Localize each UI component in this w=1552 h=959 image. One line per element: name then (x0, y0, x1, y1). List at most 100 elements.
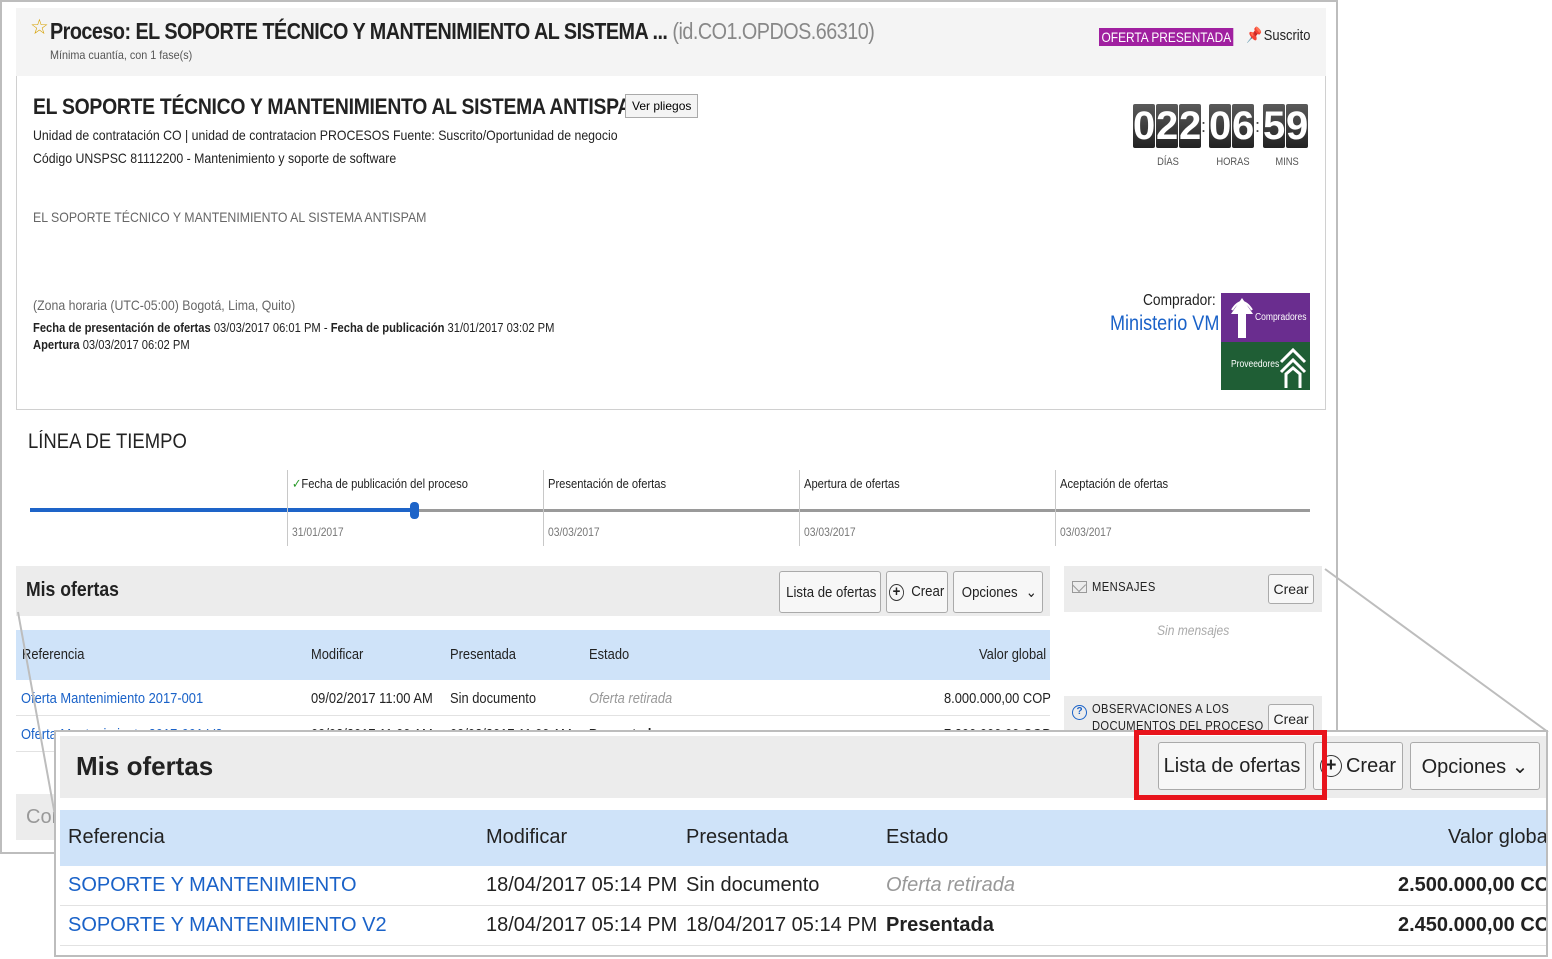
col-status: Estado (589, 646, 630, 663)
col-reference: Referencia (68, 826, 165, 848)
buyer-logo: Compradores Proveedores (1221, 293, 1310, 390)
observations-title: OBSERVACIONES A LOS DOCUMENTOS DEL PROCE… (1092, 701, 1264, 733)
status-badge: OFERTA PRESENTADA (1099, 28, 1234, 46)
buyer-arrow-icon (1231, 298, 1253, 338)
offer-presented: Sin documento (686, 874, 820, 896)
messages-title: MENSAJES (1092, 579, 1156, 594)
publication-date-value: 31/01/2017 03:02 PM (447, 320, 555, 335)
col-presented: Presentada (450, 646, 516, 663)
timeline-step-opening: Apertura de ofertas 03/03/2017 (799, 470, 1055, 546)
offer-reference-link[interactable]: SOPORTE Y MANTENIMIENTO V2 (68, 914, 387, 937)
countdown-days: 022 (1133, 104, 1202, 148)
countdown-digit: 0 (1133, 104, 1156, 148)
publication-date-label: Fecha de publicación (330, 320, 445, 335)
logo-suppliers-block: Proveedores (1221, 342, 1310, 390)
timeline-step-date: 31/01/2017 (292, 525, 344, 539)
days-label: DÍAS (1157, 156, 1179, 168)
create-message-button[interactable]: Crear (1268, 574, 1314, 604)
timeline-step-presentation: Presentación de ofertas 03/03/2017 (543, 470, 799, 546)
buyer-label: Comprador: (1143, 292, 1216, 309)
offer-reference-link[interactable]: SOPORTE Y MANTENIMIENTO (68, 874, 357, 897)
offer-value: 8.000.000,00 COP (944, 690, 1051, 707)
offer-presented: 18/04/2017 05:14 PM (686, 914, 878, 936)
offer-presented: Sin documento (450, 690, 537, 707)
zoom-options-label: Opciones (1421, 755, 1507, 778)
countdown-digit: 2 (1179, 104, 1202, 148)
timeline-step-date: 03/03/2017 (548, 525, 600, 539)
key-dates-line: Fecha de presentación de ofertas 03/03/2… (33, 320, 554, 335)
zoom-table-header: Referencia Modificar Presentada Estado V… (60, 810, 1548, 866)
offer-value: 2.450.000,00 COP (1398, 914, 1548, 936)
subscribed-toggle[interactable]: 📌 Suscrito (1246, 26, 1310, 44)
chevron-down-icon: ⌄ (1026, 584, 1038, 601)
timezone-text: (Zona horaria (UTC-05:00) Bogotá, Lima, … (33, 297, 296, 313)
process-subtitle: Mínima cuantía, con 1 fase(s) (50, 48, 193, 62)
logo-buyers-block: Compradores (1221, 293, 1310, 342)
col-status: Estado (886, 826, 949, 848)
mins-label: MINS (1275, 156, 1299, 168)
offer-status: Oferta retirada (886, 874, 1015, 896)
logo-suppliers-text: Proveedores (1231, 359, 1280, 370)
countdown-separator: : (1255, 116, 1261, 136)
view-docs-button[interactable]: Ver pliegos (625, 94, 699, 118)
opening-date-label: Apertura (33, 337, 80, 352)
my-offers-header: Mis ofertas Lista de ofertas + Crear Opci… (16, 566, 1050, 616)
countdown-digit: 2 (1156, 104, 1179, 148)
col-reference: Referencia (22, 646, 85, 663)
zoom-create-label: Crear (1345, 754, 1396, 777)
countdown-timer: 022 : 06 : 59 DÍAS HORAS MINS (1133, 104, 1313, 174)
col-modified: Modificar (311, 646, 364, 663)
buyer-name-link[interactable]: Ministerio VM (1110, 312, 1219, 336)
offer-status: Oferta retirada (589, 690, 673, 707)
process-info-panel: EL SOPORTE TÉCNICO Y MANTENIMIENTO AL SI… (16, 76, 1326, 410)
timeline-step-date: 03/03/2017 (804, 525, 856, 539)
opening-date-line: Apertura 03/03/2017 06:02 PM (33, 337, 190, 352)
offer-reference-link[interactable]: Oferta Mantenimiento 2017-001 (21, 690, 203, 707)
create-offer-label: Crear (910, 583, 944, 601)
offer-modified: 09/02/2017 11:00 AM (311, 690, 433, 707)
timeline-step-label: Aceptación de ofertas (1060, 476, 1169, 491)
countdown-digit: 5 (1263, 104, 1286, 148)
countdown-digit: 0 (1209, 104, 1232, 148)
countdown-hours: 06 (1209, 104, 1255, 148)
messages-panel: MENSAJES Crear (1064, 566, 1322, 612)
options-dropdown[interactable]: Opciones ⌄ (953, 571, 1043, 613)
countdown-digit: 6 (1232, 104, 1255, 148)
chevron-down-icon: ⌄ (1511, 755, 1529, 778)
presentation-date-value: 03/03/2017 06:01 PM (213, 320, 321, 335)
col-total-value: Valor global (979, 646, 1047, 663)
zoom-options-dropdown[interactable]: Opciones ⌄ (1410, 742, 1540, 790)
subscribed-label: Suscrito (1263, 27, 1311, 44)
options-label: Opciones (961, 584, 1018, 601)
page-title: Proceso: EL SOPORTE TÉCNICO Y MANTENIMIE… (50, 18, 875, 45)
table-row: SOPORTE Y MANTENIMIENTO 18/04/2017 05:14… (60, 866, 1546, 906)
zoom-offers-title: Mis ofertas (76, 751, 214, 781)
timeline-title: LÍNEA DE TIEMPO (28, 430, 187, 453)
create-offer-button[interactable]: + Crear (886, 571, 948, 613)
col-presented: Presentada (686, 826, 789, 848)
timeline-step-label: Fecha de publicación del proceso (301, 476, 468, 491)
envelope-icon (1072, 581, 1087, 593)
process-window: ☆ Proceso: EL SOPORTE TÉCNICO Y MANTENIM… (0, 0, 1338, 854)
table-row: Oferta Mantenimiento 2017-001 09/02/2017… (16, 680, 1051, 716)
timeline-step-label: Apertura de ofertas (804, 476, 900, 491)
offer-modified: 18/04/2017 05:14 PM (486, 874, 678, 896)
col-total-value: Valor global (1448, 826, 1548, 848)
offers-list-button[interactable]: Lista de ofertas (779, 571, 881, 613)
offers-list-button-label: Lista de ofertas (786, 583, 877, 601)
highlight-box (1134, 730, 1327, 800)
process-name: EL SOPORTE TÉCNICO Y MANTENIMIENTO AL SI… (33, 94, 647, 119)
process-description: EL SOPORTE TÉCNICO Y MANTENIMIENTO AL SI… (33, 209, 427, 225)
offers-table-header: Referencia Modificar Presentada Estado V… (16, 630, 1050, 680)
countdown-mins: 59 (1263, 104, 1309, 148)
no-messages-text: Sin mensajes (1157, 622, 1230, 638)
presentation-date-label: Fecha de presentación de ofertas (33, 320, 211, 335)
timeline-step-publication: ✓Fecha de publicación del proceso 31/01/… (287, 470, 543, 546)
question-icon: ? (1072, 705, 1087, 720)
logo-buyers-text: Compradores (1255, 312, 1307, 323)
timeline-step-acceptance: Aceptación de ofertas 03/03/2017 (1055, 470, 1311, 546)
star-icon[interactable]: ☆ (30, 17, 49, 38)
countdown-separator: : (1201, 116, 1207, 136)
hours-label: HORAS (1216, 156, 1250, 168)
table-row: SOPORTE Y MANTENIMIENTO V2 18/04/2017 05… (60, 906, 1548, 946)
